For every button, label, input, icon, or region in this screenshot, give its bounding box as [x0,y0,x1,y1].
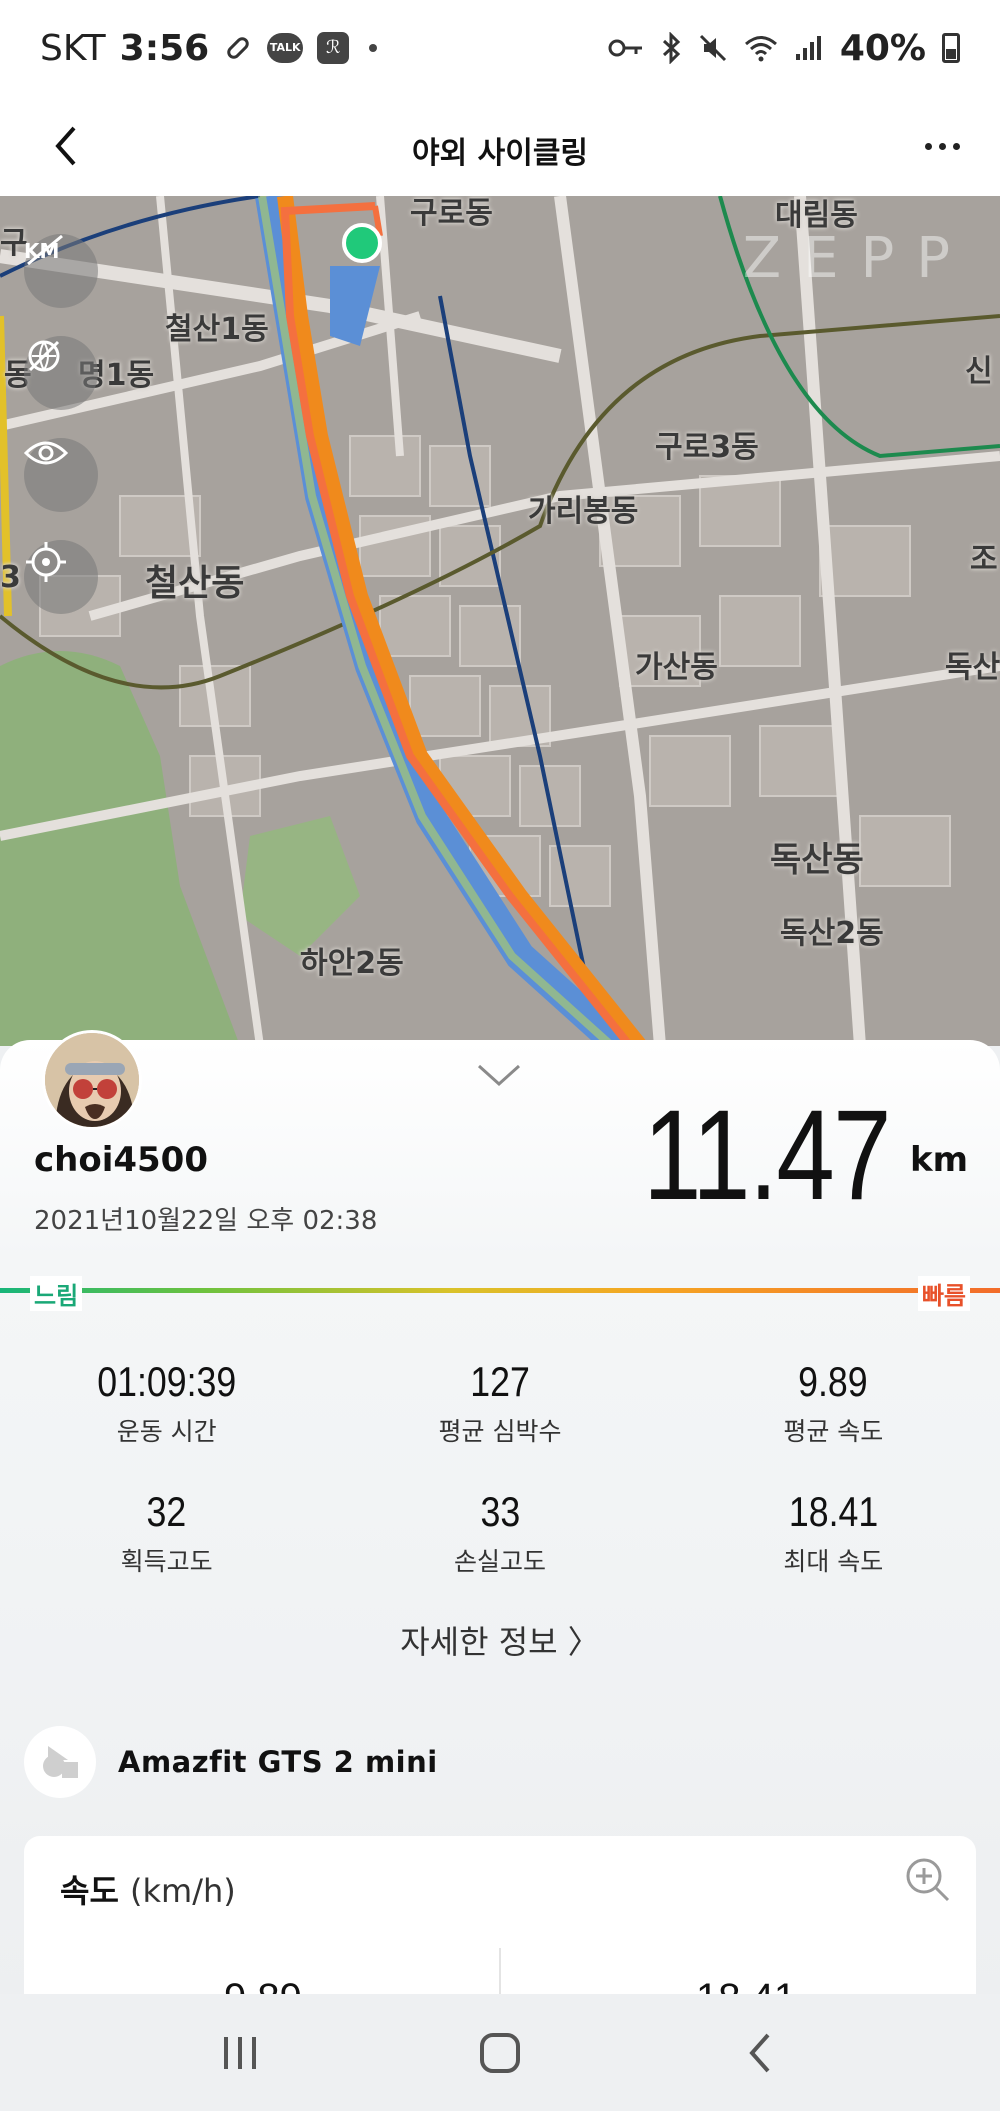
system-back-button[interactable] [720,2013,800,2093]
map-label: 조 [970,542,998,577]
stat-value: 01:09:39 [97,1358,237,1405]
speed-card-title-text: 속도 [60,1872,119,1910]
zepp-watermark: ZEPP [742,226,972,291]
more-options-button[interactable] [914,126,970,166]
map-label: 하안2동 [300,946,404,981]
stats-grid: 01:09:39 운동 시간 127 평균 심박수 9.89 평균 속도 32 … [0,1358,1000,1578]
distance-value: 11.47 [643,1084,891,1227]
stat-avg-speed: 9.89 평균 속도 [667,1358,1000,1448]
scale-fast-label: 빠름 [917,1276,970,1311]
eye-icon [24,441,68,465]
zoom-chart-button[interactable] [902,1854,954,1906]
chevron-left-icon [749,2033,770,2072]
avatar-image [45,1033,139,1127]
pill-icon [223,33,253,63]
map-label: 독산2동 [780,916,884,951]
map-label: 철산1동 [165,312,269,347]
stat-value: 9.89 [798,1358,869,1405]
avatar[interactable] [42,1030,142,1130]
wifi-icon [744,34,778,62]
stat-value: 33 [480,1488,520,1535]
key-icon [608,36,644,60]
carrier-label: SKT [40,27,106,69]
map-label: 대림동 [775,198,858,233]
stat-max-speed: 18.41 최대 속도 [667,1488,1000,1578]
more-dot-icon [938,142,946,150]
username: choi4500 [34,1140,209,1180]
stat-label: 운동 시간 [116,1417,217,1446]
stat-duration: 01:09:39 운동 시간 [0,1358,333,1448]
stat-label: 최대 속도 [783,1547,884,1576]
speed-card-title: 속도 (km/h) [60,1866,236,1912]
recent-apps-button[interactable] [200,2013,280,2093]
battery-percent: 40% [839,27,926,69]
workout-timestamp: 2021년10월22일 오후 02:38 [34,1206,378,1236]
app-notification-icon: ℛ [317,32,350,64]
speed-color-scale: 느림 빠름 [0,1276,1000,1311]
map-label: 독산 [945,650,1000,685]
view-toggle-button[interactable] [24,438,98,512]
locate-icon [26,542,66,582]
map-off-icon [28,340,60,372]
app-header: 야외 사이클링 [0,96,1000,196]
map-label: 가산동 [635,650,718,685]
chevron-down-icon [477,1064,521,1087]
map-label: 구로동 [410,196,493,231]
more-dot-icon [952,142,960,150]
map-label: 독산동 [770,840,864,880]
speed-gradient-bar [0,1288,1000,1293]
distance-unit: km [909,1140,968,1180]
stat-avg-heart-rate: 127 평균 심박수 [333,1358,666,1448]
stat-value: 32 [146,1488,187,1535]
map-hide-button[interactable] [24,336,98,410]
stat-label: 평균 심박수 [438,1417,562,1446]
home-icon [480,2032,520,2073]
stat-label: 획득고도 [120,1547,213,1576]
collapse-sheet-button[interactable] [476,1062,522,1092]
system-nav-bar [0,1994,1000,2111]
more-dot-icon [924,142,932,150]
zoom-in-icon [906,1858,950,1902]
recent-apps-icon [224,2036,256,2069]
watch-icon [24,1726,96,1798]
details-link[interactable]: 자세한 정보 〉 [0,1617,1000,1663]
stat-elevation-loss: 33 손실고도 [333,1488,666,1578]
map-label: 구로3동 [655,430,759,465]
bluetooth-icon [660,32,682,64]
locate-button[interactable] [24,540,98,614]
device-row[interactable]: Amazfit GTS 2 mini [24,1726,438,1798]
screen: SKT 3:56 TALK ℛ 40% 야외 사이클링 ZEPP 구로동 대림동… [0,0,1000,2111]
status-bar: SKT 3:56 TALK ℛ 40% [0,0,1000,96]
clock: 3:56 [119,27,210,69]
device-name: Amazfit GTS 2 mini [118,1745,438,1779]
battery-icon [942,33,960,63]
stat-label: 평균 속도 [783,1417,884,1446]
map-label: 철산동 [145,563,245,604]
map-label: 신 [965,354,993,389]
speed-card-unit: (km/h) [130,1872,236,1910]
scale-slow-label: 느림 [30,1276,83,1311]
stat-value: 127 [470,1358,530,1405]
signal-icon [794,34,824,62]
route-map[interactable]: ZEPP 구로동 대림동 철산1동 동 명1동 신 구로3동 가리봉동 철산동 … [0,196,1000,1046]
mute-icon [698,33,728,63]
home-button[interactable] [460,2013,540,2093]
talk-icon: TALK [267,33,304,63]
stat-elevation-gain: 32 획득고도 [0,1488,333,1578]
km-mi-icon: KM [24,234,63,266]
more-notifications-icon [369,44,378,52]
workout-summary-sheet: choi4500 2021년10월22일 오후 02:38 11.47 km 느… [0,1030,1000,2111]
unit-toggle-button[interactable]: KM [24,234,98,308]
stat-value: 18.41 [788,1488,878,1535]
map-label: 가리봉동 [528,494,639,529]
map-label: 3 [0,560,21,595]
page-title: 야외 사이클링 [411,136,589,171]
stat-label: 손실고도 [453,1547,546,1576]
